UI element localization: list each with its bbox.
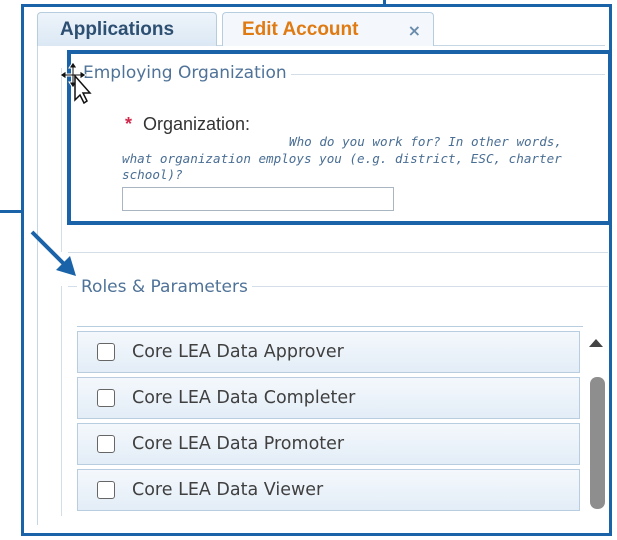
fieldset-legend-roles-parameters: Roles & Parameters xyxy=(77,277,252,297)
role-item-label: Core LEA Data Approver xyxy=(132,342,344,362)
checkbox-icon[interactable] xyxy=(97,389,115,407)
scroll-up-icon[interactable] xyxy=(589,339,603,347)
role-item-completer[interactable]: Core LEA Data Completer xyxy=(77,377,580,419)
tab-edit-account[interactable]: Edit Account × xyxy=(222,12,434,46)
role-item-label: Core LEA Data Completer xyxy=(132,388,356,408)
scrollbar-thumb[interactable] xyxy=(590,377,605,509)
annotation-arrow-icon xyxy=(30,230,76,276)
checkbox-icon[interactable] xyxy=(97,481,115,499)
role-item-approver[interactable]: Core LEA Data Approver xyxy=(77,331,580,373)
tab-edit-account-label: Edit Account xyxy=(242,18,359,40)
annotation-top-tick xyxy=(383,0,386,7)
annotation-left-arm xyxy=(0,210,24,213)
annotation-highlight-box xyxy=(67,50,612,225)
tab-applications[interactable]: Applications xyxy=(37,12,217,46)
move-cursor-icon xyxy=(59,61,92,104)
roles-fieldset-border-left xyxy=(61,286,62,516)
checkbox-icon[interactable] xyxy=(97,343,115,361)
role-item-label: Core LEA Data Promoter xyxy=(132,434,345,454)
role-item-promoter[interactable]: Core LEA Data Promoter xyxy=(77,423,580,465)
role-item-label: Core LEA Data Viewer xyxy=(132,480,324,500)
role-item-viewer[interactable]: Core LEA Data Viewer xyxy=(77,469,580,511)
fieldset-border-bottom xyxy=(68,252,608,253)
tab-applications-label: Applications xyxy=(60,18,175,40)
close-icon[interactable]: × xyxy=(408,21,421,40)
checkbox-icon[interactable] xyxy=(97,435,115,453)
